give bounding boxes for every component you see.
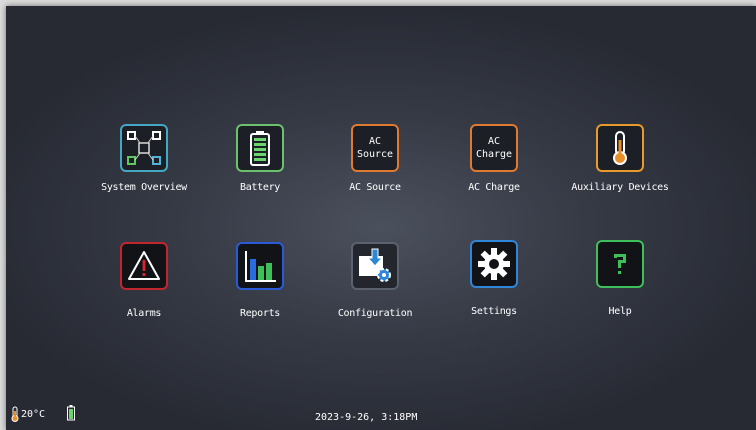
temperature-readout: 20°C <box>21 409 46 420</box>
settings-button[interactable] <box>470 240 518 288</box>
warning-icon <box>128 251 160 280</box>
battery-status-icon <box>67 405 75 421</box>
question-icon <box>614 254 626 274</box>
help-button[interactable] <box>596 240 644 288</box>
ac-charge-label: AC Charge <box>468 182 520 193</box>
ac-charge-button[interactable]: AC Charge <box>470 124 518 172</box>
auxiliary-devices-label: Auxiliary Devices <box>571 182 669 193</box>
battery-icon <box>250 131 270 166</box>
config-download-gear-icon <box>359 248 391 282</box>
auxiliary-devices-button[interactable] <box>596 124 644 172</box>
gear-icon <box>478 248 510 280</box>
settings-label: Settings <box>471 306 517 317</box>
ac-charge-icon: AC Charge <box>475 136 513 160</box>
reports-button[interactable] <box>236 242 284 290</box>
ac-source-button[interactable]: AC Source <box>351 124 399 172</box>
thermometer-status-icon <box>11 406 19 422</box>
alarms-button[interactable] <box>120 242 168 290</box>
system-overview-button[interactable] <box>120 124 168 172</box>
help-label: Help <box>608 306 632 317</box>
home-screen: System Overview Battery AC Source AC Sou… <box>6 6 756 430</box>
thermometer-icon <box>613 131 627 165</box>
bar-chart-icon <box>245 251 276 282</box>
network-icon <box>127 131 161 165</box>
datetime-readout: 2023-9-26, 3:18PM <box>315 412 418 423</box>
battery-button[interactable] <box>236 124 284 172</box>
ac-source-icon: AC Source <box>356 136 394 160</box>
configuration-button[interactable] <box>351 242 399 290</box>
